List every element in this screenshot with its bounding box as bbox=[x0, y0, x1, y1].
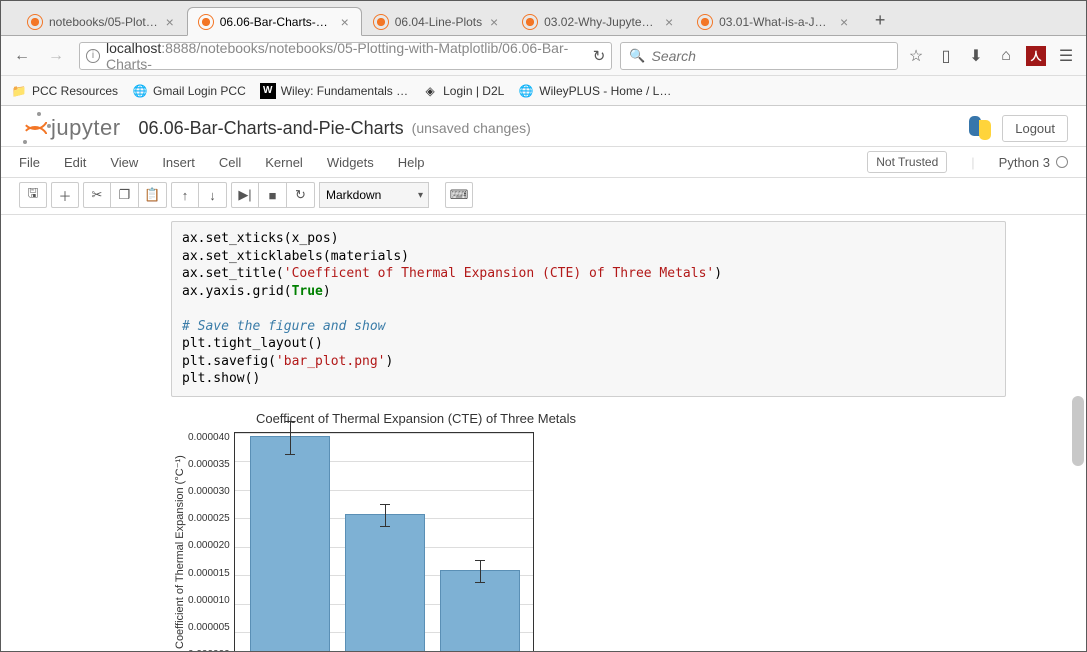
nav-bar: ← → i localhost:8888/notebooks/notebooks… bbox=[1, 36, 1086, 76]
address-bar[interactable]: i localhost:8888/notebooks/notebooks/05-… bbox=[79, 42, 612, 70]
tab-close-icon[interactable]: × bbox=[337, 14, 353, 30]
menu-kernel[interactable]: Kernel bbox=[265, 155, 303, 170]
tab-label: 06.04-Line-Plots bbox=[395, 15, 482, 29]
menu-icon[interactable]: ☰ bbox=[1052, 42, 1080, 70]
bookmark-star-icon[interactable]: ☆ bbox=[902, 42, 930, 70]
site-info-icon[interactable]: i bbox=[86, 49, 100, 63]
bookmark-item[interactable]: ◈Login | D2L bbox=[422, 83, 504, 99]
output-chart: Coefficent of Thermal Expansion (CTE) of… bbox=[171, 411, 1006, 651]
move-down-button[interactable]: ↓ bbox=[199, 182, 227, 208]
menu-file[interactable]: File bbox=[19, 155, 40, 170]
d2l-icon: ◈ bbox=[422, 83, 438, 99]
globe-icon: 🌐 bbox=[518, 83, 534, 99]
menu-help[interactable]: Help bbox=[398, 155, 425, 170]
jupyter-menu-bar: File Edit View Insert Cell Kernel Widget… bbox=[1, 147, 1086, 178]
notebook-save-status: (unsaved changes) bbox=[412, 120, 531, 136]
logout-button[interactable]: Logout bbox=[1002, 115, 1068, 142]
jupyter-header: jupyter 06.06-Bar-Charts-and-Pie-Charts … bbox=[1, 106, 1086, 147]
browser-tab[interactable]: 03.01-What-is-a-Ju… × bbox=[686, 7, 861, 36]
notebook-area[interactable]: ax.set_xticks(x_pos) ax.set_xticklabels(… bbox=[1, 221, 1086, 651]
save-button[interactable]: 🖫 bbox=[19, 182, 47, 208]
jupyter-favicon bbox=[27, 14, 43, 30]
cut-button[interactable]: ✂ bbox=[83, 182, 111, 208]
trust-indicator[interactable]: Not Trusted bbox=[867, 151, 947, 173]
forward-button[interactable]: → bbox=[41, 41, 71, 71]
jupyter-logo[interactable]: jupyter bbox=[19, 114, 121, 142]
tab-strip: notebooks/05-Plot… × 06.06-Bar-Charts-a…… bbox=[1, 1, 1086, 36]
url-text: localhost:8888/notebooks/notebooks/05-Pl… bbox=[106, 40, 593, 72]
tab-label: notebooks/05-Plot… bbox=[49, 15, 158, 29]
chart-title: Coefficent of Thermal Expansion (CTE) of… bbox=[231, 411, 601, 426]
search-bar[interactable]: 🔍 bbox=[620, 42, 898, 70]
stop-button[interactable]: ■ bbox=[259, 182, 287, 208]
page-content: jupyter 06.06-Bar-Charts-and-Pie-Charts … bbox=[1, 106, 1086, 651]
tab-close-icon[interactable]: × bbox=[162, 14, 178, 30]
bookmarks-bar: 📁PCC Resources 🌐Gmail Login PCC WWiley: … bbox=[1, 76, 1086, 106]
chart-plot-area bbox=[234, 432, 534, 651]
pdf-addon-icon[interactable]: 人 bbox=[1026, 46, 1046, 66]
bookmark-item[interactable]: 🌐Gmail Login PCC bbox=[132, 83, 246, 99]
notebook-title[interactable]: 06.06-Bar-Charts-and-Pie-Charts bbox=[139, 118, 404, 139]
folder-icon: 📁 bbox=[11, 83, 27, 99]
scrollbar-thumb[interactable] bbox=[1072, 396, 1084, 466]
browser-tab[interactable]: 03.02-Why-Jupyter… × bbox=[511, 7, 686, 36]
library-icon[interactable]: ▯ bbox=[932, 42, 960, 70]
tab-label: 03.01-What-is-a-Ju… bbox=[719, 15, 832, 29]
home-icon[interactable]: ⌂ bbox=[992, 42, 1020, 70]
browser-tab-active[interactable]: 06.06-Bar-Charts-a… × bbox=[187, 7, 362, 36]
cell-type-select[interactable]: Markdown bbox=[319, 182, 429, 208]
command-palette-button[interactable]: ⌨ bbox=[445, 182, 473, 208]
reload-icon[interactable]: ↻ bbox=[593, 47, 606, 65]
kernel-status-icon bbox=[1056, 156, 1068, 168]
chart-ylabel: Coefficient of Thermal Expansion (°C⁻¹) bbox=[171, 432, 188, 651]
python-logo-icon bbox=[968, 116, 992, 140]
menu-cell[interactable]: Cell bbox=[219, 155, 241, 170]
kernel-indicator[interactable]: Python 3 bbox=[999, 155, 1068, 170]
jupyter-favicon bbox=[373, 14, 389, 30]
menu-view[interactable]: View bbox=[110, 155, 138, 170]
run-button[interactable]: ▶| bbox=[231, 182, 259, 208]
jupyter-favicon bbox=[522, 14, 538, 30]
menu-edit[interactable]: Edit bbox=[64, 155, 86, 170]
search-icon: 🔍 bbox=[629, 48, 645, 64]
tab-close-icon[interactable]: × bbox=[486, 14, 502, 30]
jupyter-toolbar: 🖫 ＋ ✂ ❐ 📋 ↑ ↓ ▶| ■ ↻ Markdown ⌨ bbox=[1, 178, 1086, 215]
restart-button[interactable]: ↻ bbox=[287, 182, 315, 208]
add-cell-button[interactable]: ＋ bbox=[51, 182, 79, 208]
jupyter-favicon bbox=[198, 14, 214, 30]
bookmark-item[interactable]: 📁PCC Resources bbox=[11, 83, 118, 99]
new-tab-button[interactable]: + bbox=[867, 7, 893, 33]
menu-widgets[interactable]: Widgets bbox=[327, 155, 374, 170]
tab-label: 06.06-Bar-Charts-a… bbox=[220, 15, 333, 29]
wiley-icon: W bbox=[260, 83, 276, 99]
code-cell[interactable]: ax.set_xticks(x_pos) ax.set_xticklabels(… bbox=[171, 221, 1006, 397]
globe-icon: 🌐 bbox=[132, 83, 148, 99]
jupyter-favicon bbox=[697, 14, 713, 30]
tab-close-icon[interactable]: × bbox=[836, 14, 852, 30]
copy-button[interactable]: ❐ bbox=[111, 182, 139, 208]
bookmark-item[interactable]: WWiley: Fundamentals … bbox=[260, 83, 408, 99]
chart-yaxis: 0.0000400.0000350.0000300.0000250.000020… bbox=[188, 432, 234, 651]
move-up-button[interactable]: ↑ bbox=[171, 182, 199, 208]
tab-label: 03.02-Why-Jupyter… bbox=[544, 15, 657, 29]
paste-button[interactable]: 📋 bbox=[139, 182, 167, 208]
search-input[interactable] bbox=[652, 48, 889, 64]
back-button[interactable]: ← bbox=[7, 41, 37, 71]
browser-tab[interactable]: 06.04-Line-Plots × bbox=[362, 7, 511, 36]
bookmark-item[interactable]: 🌐WileyPLUS - Home / L… bbox=[518, 83, 671, 99]
browser-tab[interactable]: notebooks/05-Plot… × bbox=[16, 7, 187, 36]
menu-insert[interactable]: Insert bbox=[162, 155, 195, 170]
downloads-icon[interactable]: ⬇ bbox=[962, 42, 990, 70]
tab-close-icon[interactable]: × bbox=[661, 14, 677, 30]
